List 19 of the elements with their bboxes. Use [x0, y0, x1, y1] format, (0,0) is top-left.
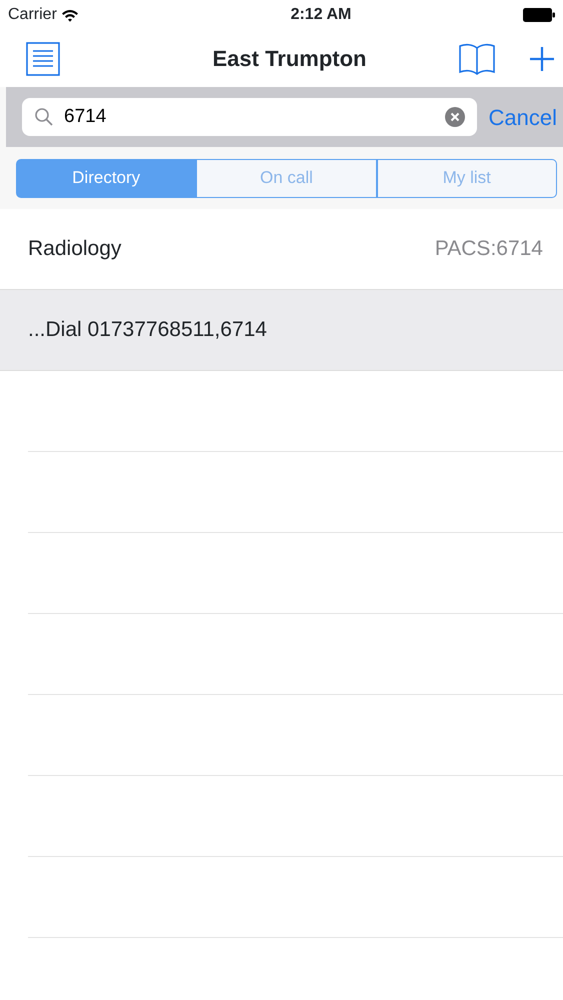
row-title: ...Dial 01737768511,6714 [28, 317, 267, 344]
book-button[interactable] [458, 42, 495, 74]
segment-tab[interactable]: My list [376, 158, 557, 198]
segment-tab[interactable]: Directory [16, 158, 196, 198]
status-time: 2:12 AM [290, 5, 352, 25]
clear-button[interactable] [444, 107, 465, 127]
cancel-button[interactable]: Cancel [476, 100, 557, 134]
search-icon [34, 107, 54, 127]
row-detail: PACS:6714 [434, 236, 543, 262]
search-field[interactable]: 6714 [22, 98, 477, 136]
row-title: Radiology [28, 236, 122, 262]
battery-icon [523, 8, 555, 22]
result-row[interactable]: ...Dial 01737768511,6714 [0, 290, 563, 371]
carrier-label: Carrier [8, 5, 57, 25]
menu-button[interactable] [26, 42, 60, 76]
nav-title: East Trumpton [212, 45, 366, 73]
add-button[interactable] [528, 46, 555, 72]
segment-tab[interactable]: On call [196, 158, 377, 198]
wifi-icon [60, 8, 79, 22]
